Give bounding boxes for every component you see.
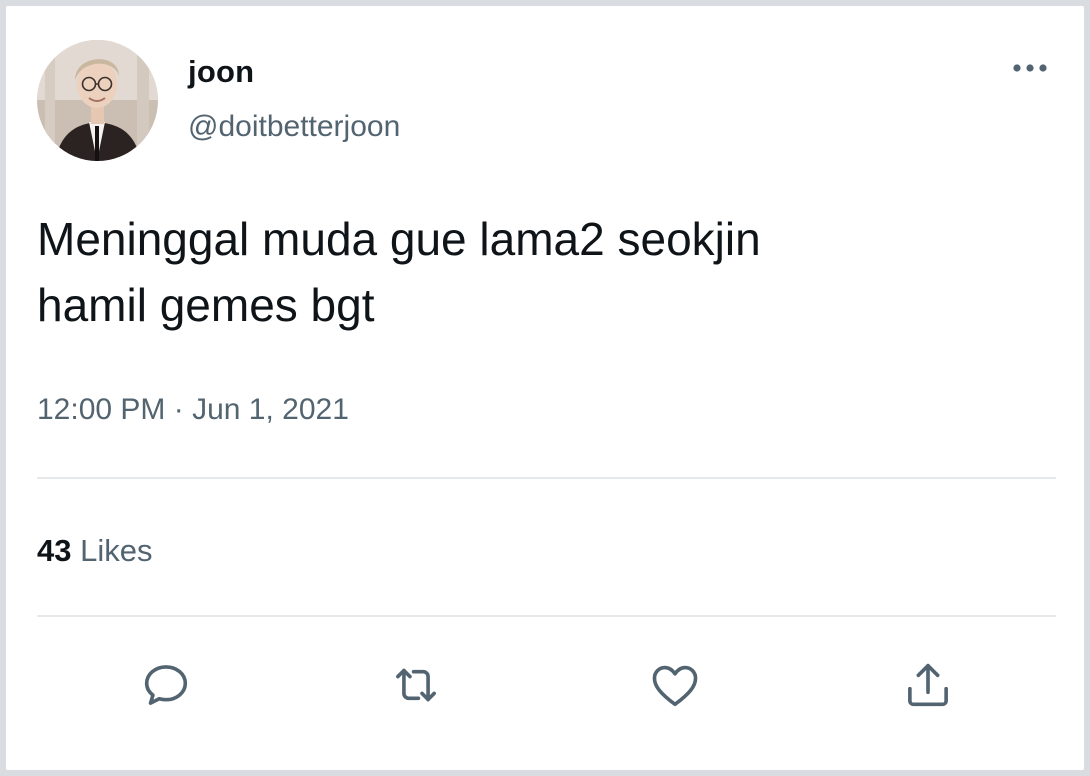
retweet-button[interactable]: [387, 656, 445, 714]
comment-icon: [144, 665, 188, 705]
divider-top: [37, 477, 1056, 479]
more-dots-icon: [1013, 64, 1047, 72]
tweet-text-line-1: Meninggal muda gue lama2 seokjin: [37, 213, 761, 265]
divider-bottom: [37, 615, 1056, 617]
reply-button[interactable]: [137, 656, 195, 714]
avatar-icon: [37, 40, 158, 161]
tweet-date[interactable]: Jun 1, 2021: [192, 393, 349, 426]
timestamp-separator: ·: [165, 393, 193, 426]
likes-stat[interactable]: 43 Likes: [37, 533, 152, 569]
tweet-text-line-2: hamil gemes bgt: [37, 279, 375, 331]
user-handle[interactable]: @doitbetterjoon: [188, 110, 400, 144]
tweet-time[interactable]: 12:00 PM: [37, 393, 165, 426]
share-button[interactable]: [899, 656, 957, 714]
more-options-button[interactable]: [1006, 50, 1054, 86]
retweet-icon: [396, 668, 436, 702]
like-button[interactable]: [646, 656, 704, 714]
tweet-timestamp: 12:00 PM · Jun 1, 2021: [37, 393, 349, 427]
avatar[interactable]: [37, 40, 158, 161]
heart-icon: [652, 665, 698, 707]
tweet-card: joon @doitbetterjoon Meninggal muda gue …: [6, 6, 1084, 770]
likes-count: 43: [37, 533, 72, 568]
likes-label: Likes: [71, 533, 153, 568]
display-name[interactable]: joon: [188, 54, 254, 90]
share-icon: [908, 663, 948, 707]
tweet-text: Meninggal muda gue lama2 seokjin hamil g…: [37, 206, 1047, 338]
